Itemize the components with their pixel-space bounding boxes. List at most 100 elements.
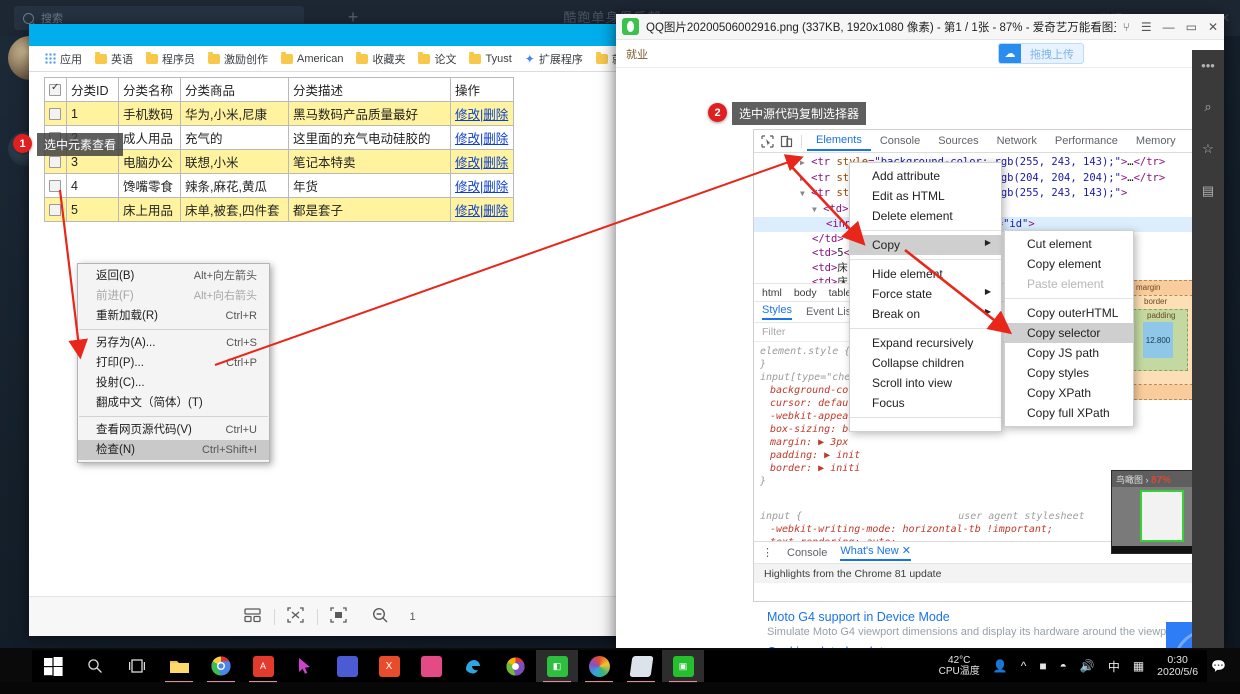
speech-bubble-icon[interactable]: 💬 [1211,659,1226,673]
task-view-icon[interactable] [116,650,158,682]
row-checkbox[interactable] [49,155,61,168]
page-context-menu[interactable]: 返回(B) Alt+向左箭头 前进(F) Alt+向右箭头 重新加载(R) Ct… [77,263,270,463]
select-all-checkbox[interactable] [49,82,61,96]
start-button[interactable] [32,650,74,682]
book-icon[interactable] [620,650,662,683]
inspect-icon[interactable] [758,132,777,151]
delete-link[interactable]: 删除 [483,204,508,218]
whats-new-item-title[interactable]: Moto G4 support in Device Mode [767,610,1214,624]
edit-link[interactable]: 修改 [455,204,480,218]
bookmark-apps[interactable]: 应用 [39,49,88,69]
delete-link[interactable]: 删除 [483,156,508,170]
more-icon[interactable]: ••• [1201,58,1215,73]
menu-item-copy-outerhtml[interactable]: Copy outerHTML [1005,303,1133,323]
chevron-up-icon[interactable]: ^ [1021,659,1027,673]
css-prop[interactable]: margin: ▶ 3px [760,436,1223,449]
row-select-cell[interactable] [44,101,67,126]
menu-item-save-as[interactable]: 另存为(A)... Ctrl+S [78,333,269,353]
menu-item-reload[interactable]: 重新加载(R) Ctrl+R [78,306,269,326]
tab-performance[interactable]: Performance [1046,132,1127,150]
search-icon[interactable]: ⌕ [1204,99,1211,115]
menu-item-translate[interactable]: 翻成中文（简体）(T) [78,393,269,413]
menu-item-view-source[interactable]: 查看网页源代码(V) Ctrl+U [78,420,269,440]
menu-item-copy-xpath[interactable]: Copy XPath [1005,383,1133,403]
volume-icon[interactable]: 🔊 [1080,659,1095,673]
drawer-tab-whats-new[interactable]: What's New ✕ [840,544,911,561]
menu-item-focus[interactable]: Focus [850,393,1001,413]
tag-icon[interactable]: ▤ [1202,183,1214,199]
file-explorer-icon[interactable] [158,650,200,683]
people-icon[interactable]: 👤 [993,659,1008,673]
star-icon[interactable]: ☆ [1202,141,1214,157]
tab-memory[interactable]: Memory [1127,132,1185,150]
bookmark-programmer[interactable]: 程序员 [140,49,201,69]
row-select-cell[interactable] [44,197,67,222]
devtools-context-menu[interactable]: Add attribute Edit as HTML Delete elemen… [849,162,1002,432]
edit-link[interactable]: 修改 [455,156,480,170]
menu-item-store-as-global-variable[interactable] [850,422,1001,428]
edit-link[interactable]: 修改 [455,132,480,146]
row-checkbox[interactable] [49,107,61,120]
minimap-viewport-rect[interactable] [1140,490,1184,542]
bookmark-papers[interactable]: 论文 [412,49,462,69]
breadcrumb-table[interactable]: table [829,287,852,299]
tab-styles[interactable]: Styles [762,304,792,320]
menu-item-force-state[interactable]: Force state ▶ [850,284,1001,304]
tab-sources[interactable]: Sources [929,132,987,150]
chrome-tabstrip[interactable] [29,24,626,46]
menu-item-add-attribute[interactable]: Add attribute [850,166,1001,186]
delete-link[interactable]: 删除 [483,132,508,146]
crop-icon[interactable] [318,607,360,626]
menu-item-delete-element[interactable]: Delete element [850,206,1001,226]
bookmark-favorites[interactable]: 收藏夹 [350,49,411,69]
select-all-cell[interactable] [44,77,67,102]
cursor-app-icon[interactable] [284,650,326,682]
cpu-temperature-widget[interactable]: 42°C CPU温度 [939,655,980,677]
box-content[interactable]: 12.800 [1143,322,1173,358]
chevron-right-icon[interactable]: › [1146,475,1149,485]
battery-icon[interactable]: ■ [1039,659,1046,673]
chrome-canary-icon[interactable] [494,650,536,682]
chrome-icon[interactable] [200,650,242,683]
devtools-copy-submenu[interactable]: Cut element Copy element Paste element C… [1004,230,1134,427]
keyboard-icon[interactable]: ▦ [1133,659,1144,673]
edit-link[interactable]: 修改 [455,108,480,122]
menu-item-copy-element[interactable]: Copy element [1005,254,1133,274]
css-prop[interactable]: padding: ▶ init [760,449,1223,462]
menu-item-break-on[interactable]: Break on ▶ [850,304,1001,324]
menu-item-copy[interactable]: Copy ▶ [850,235,1001,255]
menu-item-forward[interactable]: 前进(F) Alt+向右箭头 [78,286,269,306]
zoom-out-icon[interactable] [360,607,402,626]
drag-upload-button[interactable]: ☁ 拖拽上传 [998,43,1084,64]
edge-icon[interactable] [452,650,494,682]
clock-widget[interactable]: 0:30 2020/5/6 [1157,654,1198,678]
menu-item-collapse-children[interactable]: Collapse children [850,353,1001,373]
fit-icon[interactable] [275,607,317,626]
menu-item-copy-styles[interactable]: Copy styles [1005,363,1133,383]
menu-item-scroll-into-view[interactable]: Scroll into view [850,373,1001,393]
menu-item-cut-element[interactable]: Cut element [1005,234,1133,254]
table-row[interactable]: 5 床上用品 床单,被套,四件套 都是套子 修改|删除 [44,197,514,222]
menu-item-hide-element[interactable]: Hide element [850,264,1001,284]
bookmark-english[interactable]: 英语 [89,49,139,69]
minimize-button[interactable]: — [1163,20,1175,34]
colorful-app-icon[interactable] [578,650,620,683]
device-toolbar-icon[interactable] [777,132,796,151]
active-green-icon[interactable]: ▣ [662,650,704,683]
row-checkbox[interactable] [49,179,61,192]
close-icon[interactable]: ✕ [902,545,911,557]
green-app-icon[interactable]: ◧ [536,650,578,683]
menu-icon[interactable]: ☰ [1141,20,1152,34]
row-select-cell[interactable] [44,173,67,198]
edit-link[interactable]: 修改 [455,180,480,194]
search-icon[interactable] [74,650,116,682]
ime-indicator[interactable]: 中 [1108,658,1120,675]
menu-item-copy-selector[interactable]: Copy selector [1005,323,1133,343]
bookmark-tyust[interactable]: Tyust [463,51,517,67]
menu-item-cast[interactable]: 投射(C)... [78,373,269,393]
menu-item-print[interactable]: 打印(P)... Ctrl+P [78,353,269,373]
bookmark-american[interactable]: American [275,51,349,67]
idea-icon[interactable] [326,650,368,682]
tab-network[interactable]: Network [988,132,1046,150]
breadcrumb-html[interactable]: html [762,287,782,299]
